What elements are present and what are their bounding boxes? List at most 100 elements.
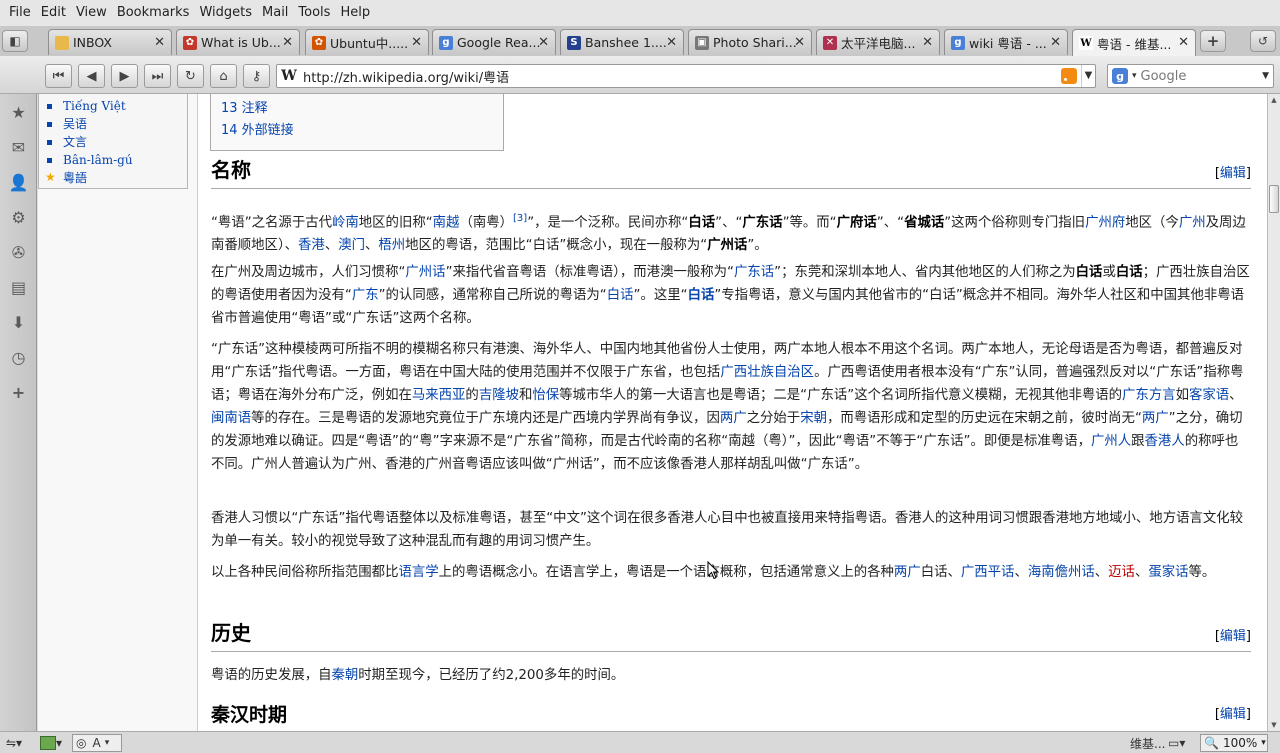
tab-close-icon[interactable]: ✕ — [282, 35, 293, 50]
wiki-link[interactable]: 广州人 — [1091, 434, 1131, 449]
scroll-down-icon[interactable]: ▼ — [1268, 719, 1280, 731]
toc-item[interactable]: 13 注释 — [221, 98, 493, 120]
wiki-link[interactable]: 澳门 — [338, 238, 365, 253]
wiki-link[interactable]: 海南儋州话 — [1028, 565, 1095, 580]
tab-close-icon[interactable]: ✕ — [666, 35, 677, 50]
tab-close-icon[interactable]: ✕ — [794, 35, 805, 50]
wiki-link[interactable]: 语言学 — [398, 565, 438, 580]
language-link[interactable]: 吴语 — [45, 115, 187, 133]
tab-close-icon[interactable]: ✕ — [538, 35, 549, 50]
wiki-link[interactable]: 梧州 — [378, 238, 405, 253]
edit-link[interactable]: 编辑 — [1220, 707, 1246, 722]
tab-close-icon[interactable]: ✕ — [154, 35, 165, 50]
tab-close-icon[interactable]: ✕ — [1178, 35, 1189, 50]
tab-close-icon[interactable]: ✕ — [1050, 35, 1061, 50]
wiki-link[interactable]: 宋朝 — [800, 411, 827, 426]
edit-link[interactable]: 编辑 — [1220, 166, 1246, 181]
menu-tools[interactable]: Tools — [293, 0, 335, 26]
menu-help[interactable]: Help — [335, 0, 375, 26]
language-link[interactable]: 粵語 — [45, 168, 187, 187]
browser-tab[interactable]: g wiki 粤语 - ... ✕ — [944, 29, 1068, 55]
rewind-button[interactable]: ⏮ — [45, 64, 72, 88]
menu-widgets[interactable]: Widgets — [194, 0, 257, 26]
toc-item[interactable]: 14 外部链接 — [221, 120, 493, 142]
rss-feed-icon[interactable] — [1061, 68, 1077, 84]
wiki-link[interactable]: 岭南 — [332, 215, 359, 230]
edit-link[interactable]: 编辑 — [1220, 629, 1246, 644]
wiki-link[interactable]: 广西平话 — [961, 565, 1015, 580]
wiki-link[interactable]: 广东方言 — [1122, 388, 1176, 403]
sync-icon[interactable]: ⇋▾ — [6, 734, 22, 752]
wiki-link[interactable]: 广州 — [1179, 215, 1206, 230]
wiki-link[interactable]: 白话 — [688, 288, 715, 303]
ime-indicator[interactable]: ◎ A ▾ — [72, 734, 122, 752]
mail-panel-icon[interactable]: ✉ — [8, 137, 29, 158]
browser-tab[interactable]: W 粤语 - 维基... ✕ — [1072, 29, 1196, 56]
menu-view[interactable]: View — [71, 0, 112, 26]
page-view-icon[interactable]: ▭▾ — [1168, 734, 1185, 752]
search-box[interactable]: g ▾ Google ▼ — [1107, 64, 1274, 88]
wand-button[interactable]: ⚷ — [243, 64, 270, 88]
wiki-link[interactable]: 香港 — [298, 238, 325, 253]
zoom-control[interactable]: 🔍 100% ▾ — [1200, 734, 1268, 752]
address-dropdown-icon[interactable]: ▼ — [1081, 65, 1095, 87]
search-engine-dropdown-icon[interactable]: ▾ — [1132, 71, 1137, 81]
scroll-up-icon[interactable]: ▲ — [1268, 94, 1280, 106]
browser-tab[interactable]: ✿ What is Ub... ✕ — [176, 29, 300, 55]
widgets-panel-icon[interactable]: ⚙ — [8, 207, 29, 228]
trash-button[interactable]: ↺ — [1250, 30, 1276, 52]
new-tab-button[interactable]: + — [1200, 30, 1226, 52]
tab-close-icon[interactable]: ✕ — [411, 35, 422, 50]
language-link[interactable]: Tiếng Việt — [45, 97, 187, 115]
menu-edit[interactable]: Edit — [36, 0, 71, 26]
back-button[interactable]: ◀ — [78, 64, 105, 88]
wiki-link[interactable]: 客家语 — [1189, 388, 1229, 403]
history-panel-icon[interactable]: ◷ — [8, 347, 29, 368]
panel-toggle-button[interactable]: ◧ — [2, 30, 28, 52]
browser-tab[interactable]: g Google Rea... ✕ — [432, 29, 556, 55]
wiki-link[interactable]: 香港人 — [1145, 434, 1185, 449]
wiki-link[interactable]: 蛋家话 — [1148, 565, 1188, 580]
google-search-icon[interactable]: g — [1112, 68, 1128, 84]
image-toggle-icon[interactable]: ▾ — [40, 734, 62, 752]
feeds-panel-icon[interactable]: ✇ — [8, 242, 29, 263]
browser-tab[interactable]: ▣ Photo Shari... ✕ — [688, 29, 812, 55]
menu-bookmarks[interactable]: Bookmarks — [112, 0, 195, 26]
add-panel-icon[interactable]: + — [8, 382, 29, 403]
missing-article-link[interactable]: 迈话 — [1108, 565, 1135, 580]
browser-tab[interactable]: ✕ 太平洋电脑... ✕ — [816, 29, 940, 55]
wiki-link[interactable]: 两广 — [1142, 411, 1169, 426]
wiki-link[interactable]: 白话 — [607, 288, 634, 303]
home-button[interactable]: ⌂ — [210, 64, 237, 88]
vertical-scrollbar[interactable]: ▲ ▼ — [1267, 94, 1280, 731]
forward-button[interactable]: ▶ — [111, 64, 138, 88]
scrollbar-thumb[interactable] — [1269, 185, 1279, 213]
tab-close-icon[interactable]: ✕ — [922, 35, 933, 50]
browser-tab[interactable]: INBOX ✕ — [48, 29, 172, 55]
wiki-link[interactable]: 南越 — [433, 215, 460, 230]
menu-mail[interactable]: Mail — [257, 0, 293, 26]
address-bar[interactable]: W http://zh.wikipedia.org/wiki/粤语 ▼ — [276, 64, 1096, 88]
downloads-panel-icon[interactable]: ⬇ — [8, 312, 29, 333]
reload-button[interactable]: ↻ — [177, 64, 204, 88]
wiki-link[interactable]: 广东话 — [734, 265, 774, 280]
wiki-link[interactable]: 广州话 — [405, 265, 445, 280]
wiki-link[interactable]: 闽南语 — [211, 411, 251, 426]
wiki-link[interactable]: 怡保 — [532, 388, 559, 403]
browser-tab[interactable]: ✿ Ubuntu中..... ✕ — [305, 29, 429, 55]
wiki-link[interactable]: 广西壮族自治区 — [720, 365, 814, 380]
citation-link[interactable]: [3] — [513, 213, 527, 224]
wiki-link[interactable]: 广州府 — [1085, 215, 1125, 230]
browser-tab[interactable]: S Banshee 1.... ✕ — [560, 29, 684, 55]
wiki-link[interactable]: 秦朝 — [332, 668, 359, 683]
search-input[interactable]: Google — [1141, 69, 1263, 84]
wiki-link[interactable]: 吉隆坡 — [479, 388, 519, 403]
wiki-link[interactable]: 马来西亚 — [412, 388, 466, 403]
language-link[interactable]: 文言 — [45, 133, 187, 151]
language-link[interactable]: Bân-lâm-gú — [45, 151, 187, 169]
wiki-link[interactable]: 广东 — [352, 288, 379, 303]
bookmarks-panel-icon[interactable]: ★ — [8, 102, 29, 123]
wiki-link[interactable]: 两广 — [894, 565, 921, 580]
contacts-panel-icon[interactable]: 👤 — [8, 172, 29, 193]
menu-file[interactable]: File — [4, 0, 36, 26]
